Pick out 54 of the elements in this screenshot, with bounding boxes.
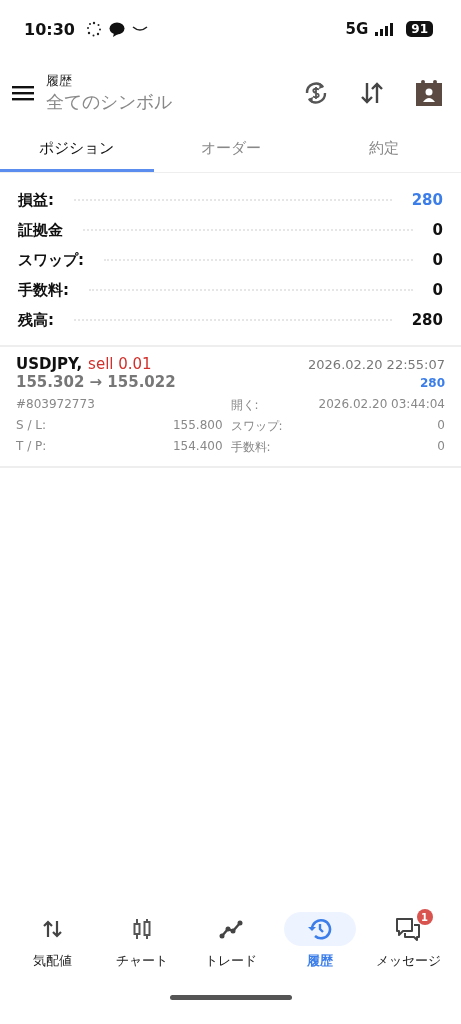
menu-icon[interactable] [12,85,34,101]
tab[interactable]: 約定 [307,128,461,172]
summary-value: 280 [411,191,443,209]
deal-profit: 280 [419,376,445,390]
tab[interactable]: オーダー [153,128,308,172]
network-label: 5G [345,20,369,38]
chat-icon [394,917,423,941]
detail-label: 開く: [230,397,260,414]
deal-symbol: USDJPY, [16,355,83,373]
currency-refresh-icon[interactable] [303,80,329,106]
nav-item[interactable]: トレード [186,912,275,970]
summary-label: スワップ: [18,250,84,270]
summary-label: 証拠金 [18,220,63,240]
summary-value: 280 [411,311,443,329]
arrows-icon [41,919,64,939]
detail-label: スワップ: [230,418,284,435]
sort-icon[interactable] [359,80,385,106]
detail-value: 0 [436,418,445,434]
summary-value: 0 [432,281,443,299]
deal-side: sell 0.01 [88,355,152,373]
tab[interactable]: ポジション [0,128,154,172]
candlestick-icon [131,917,152,941]
nav-item[interactable]: チャート [97,912,186,970]
symbol-filter[interactable]: 全てのシンボル [46,90,273,114]
detail-label: S / L: [16,418,48,434]
status-time: 10:30 [24,19,75,39]
close-time: 2026.02.20 22:55:07 [308,357,445,372]
chat-bubble-icon [108,21,125,37]
line-chart-icon [218,919,243,939]
summary-value: 0 [432,251,443,269]
nav-item[interactable]: 履歴 [275,912,364,970]
nav-item[interactable]: 1 メッセージ [364,912,453,970]
detail-label: T / P: [16,439,48,455]
deal-card[interactable]: USDJPY, sell 0.01 2026.02.20 22:55:07 155.302 → 155.022 280 #803972773 開く: 2026.02.20 03:44:04 S / L: 155.800 スワップ: 0 T / P: 154.400 手数料: 0 [0,347,461,468]
open-time: 2026.02.20 03:44:04 [318,397,445,413]
detail-value: 0 [436,439,445,455]
deal-prices: 155.302 → 155.022 [16,373,176,391]
signal-icon [375,22,396,36]
history-icon [307,917,332,941]
calendar-icon[interactable] [415,79,443,107]
summary-label: 手数料: [18,280,69,300]
battery-indicator: 91 [406,21,433,37]
notification-badge: 1 [416,909,433,925]
detail-value: 155.800 [171,418,223,434]
nav-item[interactable]: 気配値 [8,912,97,970]
summary-label: 損益: [18,190,54,210]
ticket-number: #803972773 [16,397,96,413]
screen-title: 履歴 [46,72,73,90]
summary-label: 残高: [18,310,54,330]
loading-icon [85,21,102,37]
detail-label: 手数料: [230,439,272,456]
smile-icon [131,26,148,32]
summary-value: 0 [432,221,443,239]
detail-value: 154.400 [171,439,223,455]
